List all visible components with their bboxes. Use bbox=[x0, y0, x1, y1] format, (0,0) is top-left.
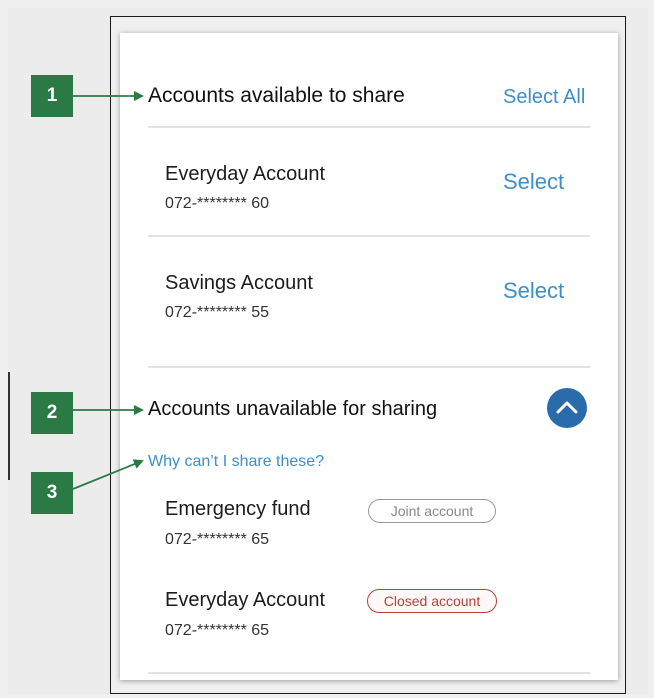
callout-arrow bbox=[72, 459, 144, 490]
callout-arrows bbox=[72, 91, 144, 490]
